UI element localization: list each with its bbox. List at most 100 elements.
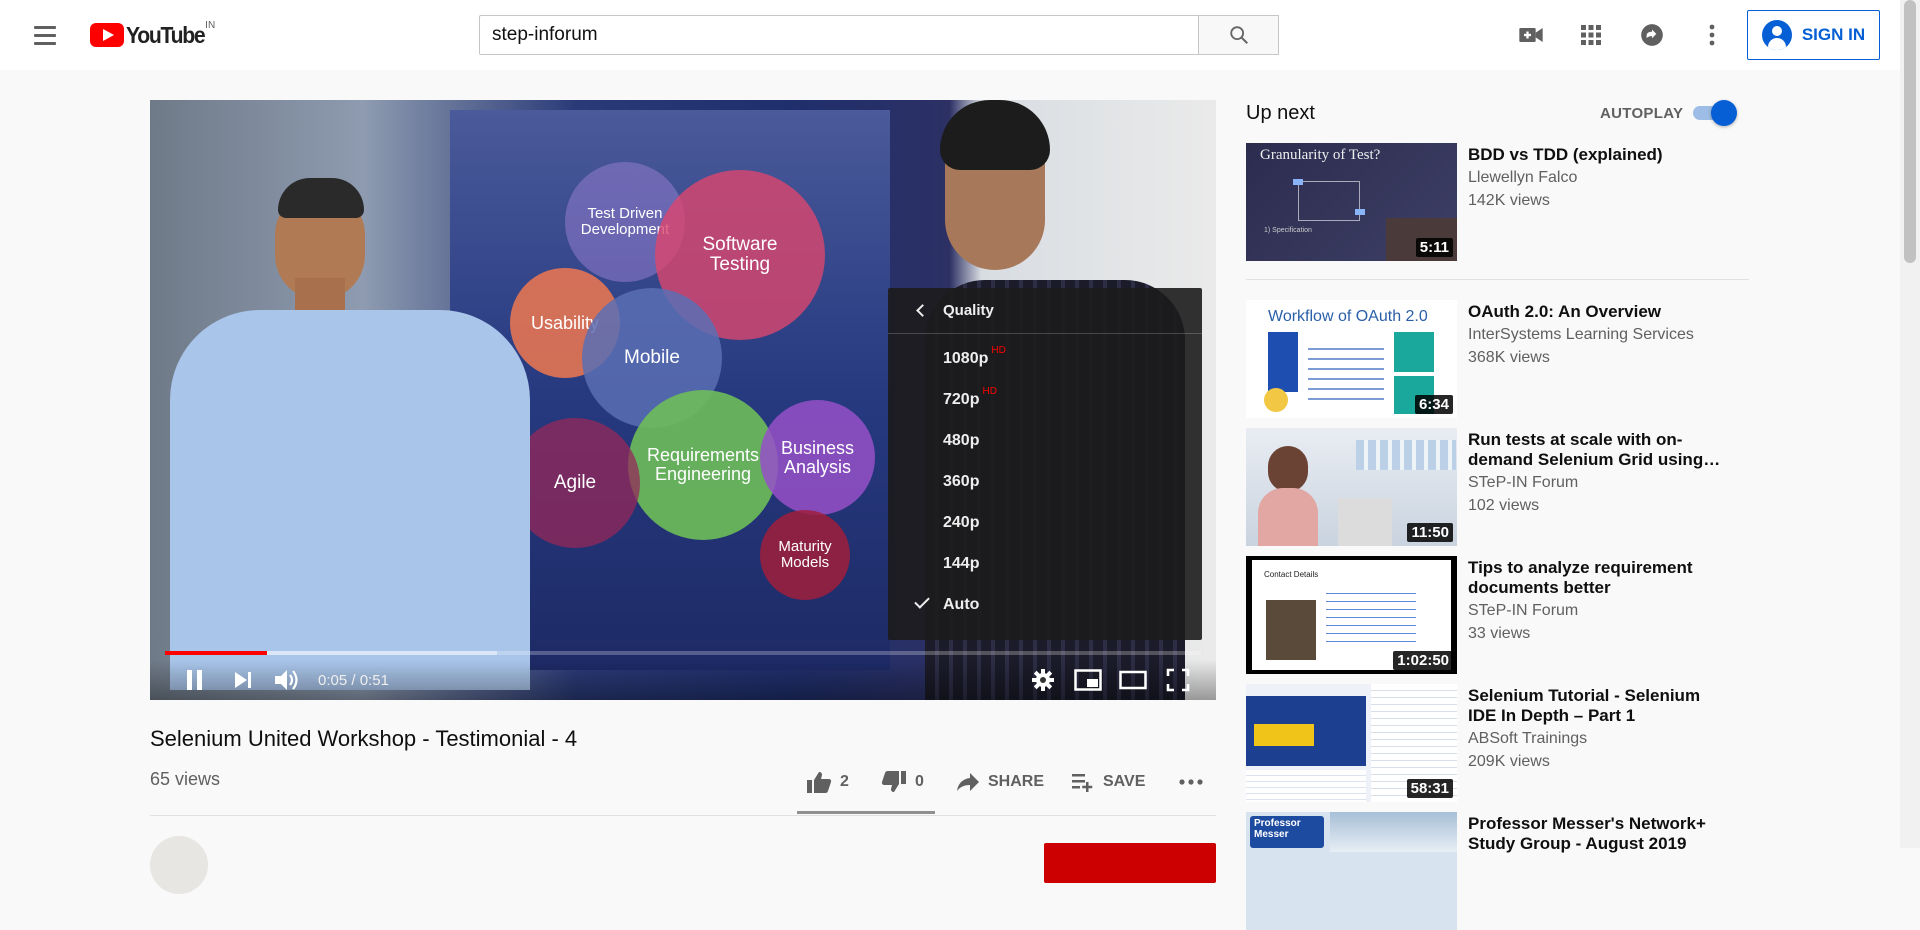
recommendation-item[interactable]: Professor Messer Professor Messer's Netw… bbox=[1246, 812, 1749, 930]
thumb-text: Professor Messer bbox=[1254, 818, 1301, 840]
chevron-left-icon bbox=[916, 304, 929, 317]
hd-badge: HD bbox=[991, 345, 1006, 356]
duration-badge: 5:11 bbox=[1415, 238, 1453, 257]
thumbs-up-icon bbox=[807, 772, 832, 793]
create-video-icon[interactable] bbox=[1515, 19, 1547, 51]
sign-in-label: SIGN IN bbox=[1801, 25, 1866, 44]
like-count: 2 bbox=[840, 773, 849, 790]
bubble-requirements: Requirements Engineering bbox=[628, 390, 778, 540]
country-code: IN bbox=[205, 19, 216, 31]
save-button[interactable]: SAVE bbox=[1071, 770, 1145, 794]
person-left bbox=[170, 160, 530, 690]
subscribe-button[interactable] bbox=[1044, 843, 1216, 883]
recommendation-item[interactable]: Granularity of Test? 1) Specification 5:… bbox=[1246, 143, 1749, 261]
recommendation-item[interactable]: Contact Details 1:02:50 Tips to analyze … bbox=[1246, 556, 1749, 674]
apps-grid-icon[interactable] bbox=[1575, 19, 1607, 51]
rec-title[interactable]: Selenium Tutorial - Selenium IDE In Dept… bbox=[1468, 686, 1728, 726]
theater-mode-icon[interactable] bbox=[1116, 664, 1150, 696]
sign-in-button[interactable]: SIGN IN bbox=[1747, 10, 1880, 60]
duration: 0:51 bbox=[359, 672, 389, 689]
quality-option-144p[interactable]: 144p bbox=[888, 543, 1202, 584]
recommendation-item[interactable]: Workflow of OAuth 2.0 6:34 OAuth 2.0: An… bbox=[1246, 300, 1749, 418]
miniplayer-icon[interactable] bbox=[1071, 664, 1105, 696]
dislike-button[interactable]: 0 bbox=[881, 770, 924, 794]
hd-badge: HD bbox=[982, 386, 997, 397]
rec-channel[interactable]: STeP-IN Forum bbox=[1468, 602, 1578, 620]
playlist-add-icon bbox=[1072, 774, 1093, 792]
quality-option-360p[interactable]: 360p bbox=[888, 461, 1202, 502]
thumb-caption: 1) Specification bbox=[1264, 227, 1312, 234]
rec-channel[interactable]: InterSystems Learning Services bbox=[1468, 326, 1694, 344]
video-thumbnail[interactable]: Contact Details 1:02:50 bbox=[1246, 556, 1457, 674]
scrollbar-thumb[interactable] bbox=[1904, 0, 1916, 263]
menu-icon[interactable] bbox=[28, 21, 62, 49]
fullscreen-icon[interactable] bbox=[1161, 664, 1195, 696]
video-thumbnail[interactable]: Professor Messer bbox=[1246, 812, 1457, 930]
channel-avatar[interactable] bbox=[150, 836, 208, 894]
player-controls: 0:05 / 0:51 bbox=[150, 660, 1216, 700]
more-vert-icon[interactable] bbox=[1696, 19, 1728, 51]
autoplay-toggle[interactable] bbox=[1693, 100, 1737, 126]
pause-icon[interactable] bbox=[178, 664, 212, 696]
thumbs-down-icon bbox=[881, 771, 906, 792]
messages-icon[interactable] bbox=[1636, 19, 1668, 51]
check-icon bbox=[914, 593, 930, 609]
rec-views: 102 views bbox=[1468, 497, 1540, 514]
duration-badge: 58:31 bbox=[1406, 779, 1453, 798]
volume-icon[interactable] bbox=[270, 664, 304, 696]
recommendation-item[interactable]: 58:31 Selenium Tutorial - Selenium IDE I… bbox=[1246, 684, 1749, 802]
quality-menu-back[interactable]: Quality bbox=[888, 288, 1202, 334]
video-thumbnail[interactable]: 58:31 bbox=[1246, 684, 1457, 802]
bubble-business-analysis: Business Analysis bbox=[760, 400, 875, 515]
video-thumbnail[interactable]: Workflow of OAuth 2.0 6:34 bbox=[1246, 300, 1457, 418]
rec-title[interactable]: OAuth 2.0: An Overview bbox=[1468, 302, 1728, 322]
youtube-logo[interactable]: YouTube IN bbox=[90, 19, 216, 48]
duration-badge: 1:02:50 bbox=[1393, 651, 1453, 670]
video-thumbnail[interactable]: 11:50 bbox=[1246, 428, 1457, 546]
share-button[interactable]: SHARE bbox=[956, 770, 1044, 794]
share-icon bbox=[957, 773, 979, 791]
youtube-play-icon bbox=[90, 23, 124, 47]
more-actions-icon[interactable] bbox=[1178, 770, 1204, 794]
next-icon[interactable] bbox=[226, 664, 260, 696]
search-input[interactable] bbox=[479, 15, 1199, 55]
recommendation-item[interactable]: 11:50 Run tests at scale with on-demand … bbox=[1246, 428, 1749, 546]
video-thumbnail[interactable]: Granularity of Test? 1) Specification 5:… bbox=[1246, 143, 1457, 261]
rec-title[interactable]: Tips to analyze requirement documents be… bbox=[1468, 558, 1728, 598]
search-icon bbox=[1229, 26, 1248, 44]
video-title: Selenium United Workshop - Testimonial -… bbox=[150, 726, 578, 751]
share-label: SHARE bbox=[988, 773, 1045, 790]
up-next-heading: Up next bbox=[1246, 102, 1315, 124]
thumb-text: Contact Details bbox=[1264, 570, 1319, 579]
time-separator: / bbox=[347, 672, 360, 689]
video-player[interactable]: Test Driven Development Software Testing… bbox=[150, 100, 1216, 700]
thumb-text: Workflow of OAuth 2.0 bbox=[1268, 308, 1428, 325]
masthead: YouTube IN SIGN IN bbox=[0, 0, 1900, 70]
account-circle-icon bbox=[1761, 20, 1792, 50]
page-scrollbar[interactable] bbox=[1900, 0, 1920, 848]
quality-option-480p[interactable]: 480p bbox=[888, 420, 1202, 461]
logo-wordmark: YouTube bbox=[126, 21, 206, 48]
quality-menu: Quality 1080p HD 720p HD 480p 360p 240p 14… bbox=[888, 288, 1202, 640]
divider bbox=[150, 815, 1216, 816]
quality-option-720p[interactable]: 720p HD bbox=[888, 379, 1202, 420]
like-button[interactable]: 2 bbox=[806, 770, 849, 794]
quality-option-240p[interactable]: 240p bbox=[888, 502, 1202, 543]
rec-title[interactable]: Run tests at scale with on-demand Seleni… bbox=[1468, 430, 1728, 470]
quality-option-1080p[interactable]: 1080p HD bbox=[888, 338, 1202, 379]
bubble-maturity-models: Maturity Models bbox=[760, 510, 850, 600]
settings-gear-icon[interactable] bbox=[1026, 664, 1060, 696]
rec-views: 209K views bbox=[1468, 753, 1550, 770]
thumb-text: Granularity of Test? bbox=[1260, 147, 1381, 163]
view-count: 65 views bbox=[150, 769, 221, 789]
autoplay-label: AUTOPLAY bbox=[1600, 105, 1684, 122]
rec-title[interactable]: BDD vs TDD (explained) bbox=[1468, 145, 1728, 165]
search-button[interactable] bbox=[1198, 15, 1279, 55]
rec-channel[interactable]: STeP-IN Forum bbox=[1468, 474, 1578, 492]
progress-bar[interactable] bbox=[165, 651, 1201, 655]
rec-channel[interactable]: ABSoft Trainings bbox=[1468, 730, 1587, 748]
rec-title[interactable]: Professor Messer's Network+ Study Group … bbox=[1468, 814, 1728, 854]
rec-channel[interactable]: Llewellyn Falco bbox=[1468, 169, 1577, 187]
current-time: 0:05 bbox=[318, 672, 348, 689]
quality-option-auto[interactable]: Auto bbox=[888, 584, 1202, 625]
